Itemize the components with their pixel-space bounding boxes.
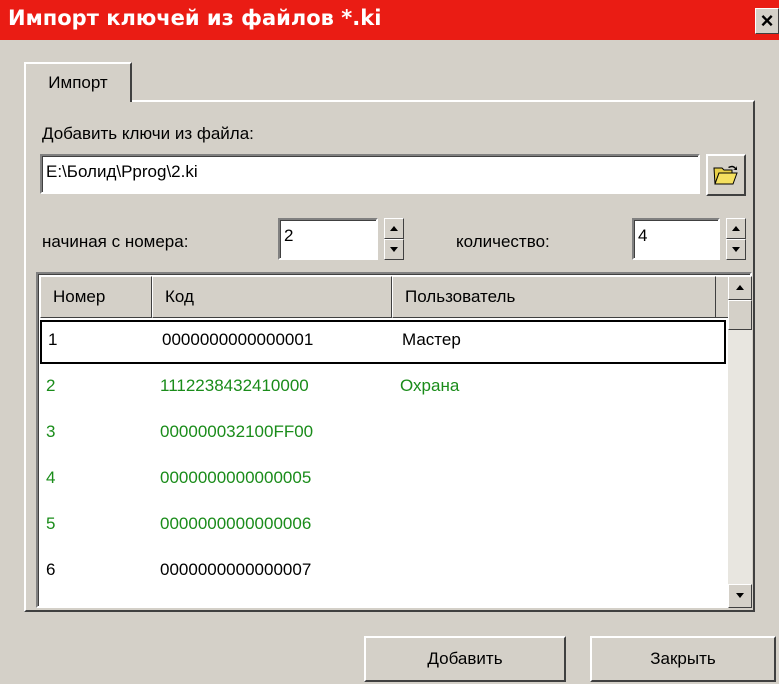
column-header-user[interactable]: Пользователь bbox=[392, 276, 716, 318]
scroll-thumb[interactable] bbox=[728, 300, 752, 330]
cell-number: 1 bbox=[48, 330, 58, 349]
tab-import[interactable]: Импорт bbox=[24, 62, 132, 102]
start-number-label: начиная с номера: bbox=[42, 232, 189, 251]
count-label: количество: bbox=[456, 232, 550, 251]
file-path-value: E:\Болид\Pprog\2.ki bbox=[46, 162, 198, 181]
start-number-value: 2 bbox=[284, 226, 294, 245]
start-number-up-button[interactable] bbox=[384, 218, 404, 239]
cell-code: 0000000000000005 bbox=[160, 468, 312, 487]
table-row[interactable]: 5 0000000000000006 bbox=[40, 504, 726, 549]
cell-code: 1112238432410000 bbox=[160, 376, 309, 395]
cell-user: Мастер bbox=[402, 330, 461, 349]
file-label: Добавить ключи из файла: bbox=[42, 124, 254, 143]
close-button[interactable]: Закрыть bbox=[590, 636, 776, 682]
count-down-button[interactable] bbox=[726, 239, 746, 260]
file-path-field[interactable]: E:\Болид\Pprog\2.ki bbox=[40, 154, 700, 194]
table-row[interactable]: 700000000000004F8 bbox=[40, 596, 726, 606]
add-button[interactable]: Добавить bbox=[364, 636, 566, 682]
scroll-down-button[interactable] bbox=[728, 584, 752, 608]
cell-code: 0000000000000001 bbox=[162, 330, 314, 349]
arrow-up-icon bbox=[732, 226, 740, 231]
cell-user: Охрана bbox=[400, 376, 460, 395]
cell-number: 4 bbox=[46, 468, 56, 487]
arrow-up-icon bbox=[390, 226, 398, 231]
close-window-button[interactable]: × bbox=[755, 8, 779, 34]
table-row[interactable]: 4 0000000000000005 bbox=[40, 458, 726, 503]
column-header-code[interactable]: Код bbox=[152, 276, 392, 318]
open-folder-icon bbox=[713, 165, 738, 185]
count-value: 4 bbox=[638, 226, 648, 245]
arrow-down-icon bbox=[732, 247, 740, 252]
cell-code: 0000000000000006 bbox=[160, 514, 312, 533]
open-file-button[interactable] bbox=[706, 154, 746, 196]
header-filler bbox=[716, 276, 728, 318]
count-spinner[interactable] bbox=[726, 218, 746, 260]
arrow-down-icon bbox=[390, 247, 398, 252]
cell-number: 6 bbox=[46, 560, 56, 579]
start-number-down-button[interactable] bbox=[384, 239, 404, 260]
column-header-number[interactable]: Номер bbox=[40, 276, 152, 318]
count-up-button[interactable] bbox=[726, 218, 746, 239]
keys-table[interactable]: Номер Код Пользователь 1 0000000000000001… bbox=[36, 272, 752, 608]
cell-code: 000000032100FF00 bbox=[160, 422, 314, 441]
cell-code: 0000000000000007 bbox=[160, 560, 312, 579]
start-number-field[interactable]: 2 bbox=[278, 218, 378, 260]
close-icon: × bbox=[760, 8, 774, 33]
table-row[interactable]: 1 0000000000000001 Мастер bbox=[40, 320, 726, 364]
table-row[interactable]: 6 0000000000000007 bbox=[40, 550, 726, 595]
cell-number: 5 bbox=[46, 514, 56, 533]
table-row[interactable]: 3 000000032100FF00 bbox=[40, 412, 726, 457]
table-row[interactable]: 2 1112238432410000 Охрана bbox=[40, 366, 726, 411]
table-body: 1 0000000000000001 Мастер 2 1112238432410000… bbox=[38, 320, 728, 606]
arrow-up-icon bbox=[736, 285, 744, 290]
cell-number: 3 bbox=[46, 422, 56, 441]
vertical-scrollbar[interactable] bbox=[728, 276, 752, 608]
scroll-up-button[interactable] bbox=[728, 276, 752, 300]
count-field[interactable]: 4 bbox=[632, 218, 720, 260]
start-number-spinner[interactable] bbox=[384, 218, 404, 260]
cell-number: 2 bbox=[46, 376, 56, 395]
arrow-down-icon bbox=[736, 593, 744, 598]
window-title: Импорт ключей из файлов *.ki bbox=[8, 6, 382, 30]
